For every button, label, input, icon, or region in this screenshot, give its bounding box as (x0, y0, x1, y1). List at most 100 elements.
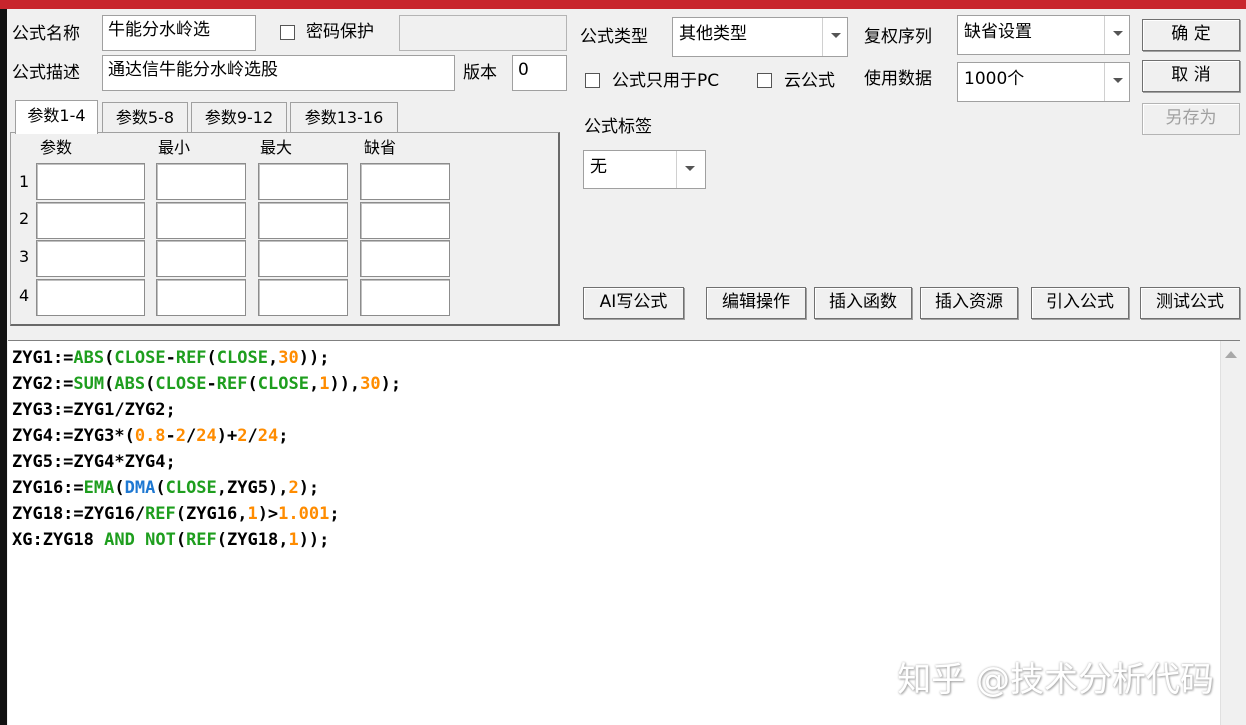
code-line[interactable]: XG:ZYG18 AND NOT(REF(ZYG18,1)); (12, 527, 401, 553)
param-4-min-input[interactable] (156, 279, 246, 316)
code-token: )); (298, 530, 330, 550)
chevron-down-icon[interactable] (676, 151, 705, 188)
formula-type-select[interactable]: 其他类型 (672, 17, 848, 57)
code-text[interactable]: ZYG1:=ABS(CLOSE-REF(CLOSE,30)); ZYG2:=SUM… (12, 345, 401, 553)
param-4-default-input[interactable] (360, 279, 450, 316)
param-4-name-input[interactable] (36, 279, 145, 316)
formula-desc-input[interactable]: 通达信牛能分水岭选股 (102, 55, 455, 91)
param-2-name-input[interactable] (36, 202, 145, 239)
use-data-select[interactable]: 1000个 (957, 62, 1130, 102)
param-2-max-input[interactable] (258, 202, 348, 239)
chevron-down-icon[interactable] (1104, 63, 1129, 101)
param-3-max-input[interactable] (258, 240, 348, 277)
code-line[interactable]: ZYG2:=SUM(ABS(CLOSE-REF(CLOSE,1)),30); (12, 371, 401, 397)
param-row-number: 2 (19, 209, 30, 228)
code-token: )), (329, 374, 361, 394)
chevron-down-icon[interactable] (822, 18, 847, 56)
ai-write-formula-button[interactable]: AI写公式 (583, 287, 684, 319)
code-token: / (247, 426, 258, 446)
test-formula-button[interactable]: 测试公式 (1140, 287, 1240, 319)
insert-function-button[interactable]: 插入函数 (814, 287, 912, 319)
param-4-max-input[interactable] (258, 279, 348, 316)
param-3-name-input[interactable] (36, 240, 145, 277)
code-token: 30 (278, 348, 299, 368)
param-header-max: 最大 (260, 138, 293, 157)
formula-type-label: 公式类型 (580, 27, 648, 47)
param-3-min-input[interactable] (156, 240, 246, 277)
restore-sequence-select[interactable]: 缺省设置 (957, 15, 1130, 55)
param-1-min-input[interactable] (156, 163, 246, 200)
formula-name-label: 公式名称 (12, 24, 80, 44)
code-token: 24 (196, 426, 217, 446)
background-chart-strip (0, 9, 7, 725)
param-1-max-input[interactable] (258, 163, 348, 200)
cancel-button[interactable]: 取 消 (1142, 60, 1240, 92)
code-token: 1 (288, 530, 299, 550)
scroll-up-arrow-icon[interactable] (1225, 351, 1237, 358)
code-line[interactable]: ZYG4:=ZYG3*(0.8-2/24)+2/24; (12, 423, 401, 449)
code-line[interactable]: ZYG16:=EMA(DMA(CLOSE,ZYG5),2); (12, 475, 401, 501)
code-token: )> (257, 504, 279, 524)
formula-tag-value: 无 (590, 157, 607, 177)
param-header-name: 参数 (40, 138, 73, 157)
password-protect-checkbox[interactable] (280, 25, 295, 40)
code-token: , (267, 348, 279, 368)
tab-params-5-8[interactable]: 参数5-8 (102, 102, 188, 132)
ok-button[interactable]: 确 定 (1142, 19, 1240, 51)
code-line[interactable]: ZYG5:=ZYG4*ZYG4; (12, 449, 401, 475)
edit-operations-button[interactable]: 编辑操作 (706, 287, 806, 319)
param-1-name-input[interactable] (36, 163, 145, 200)
code-line[interactable]: ZYG1:=ABS(CLOSE-REF(CLOSE,30)); (12, 345, 401, 371)
code-token: ZYG2:= (12, 374, 74, 394)
param-2-min-input[interactable] (156, 202, 246, 239)
restore-sequence-value: 缺省设置 (964, 22, 1032, 42)
cloud-formula-checkbox[interactable] (757, 73, 772, 88)
code-line[interactable]: ZYG18:=ZYG16/REF(ZYG16,1)>1.001; (12, 501, 401, 527)
code-token: NOT (145, 530, 176, 550)
insert-resource-button[interactable]: 插入资源 (920, 287, 1018, 319)
param-3-default-input[interactable] (360, 240, 450, 277)
code-token: ZYG4:=ZYG3*( (12, 426, 135, 446)
code-line[interactable]: ZYG3:=ZYG1/ZYG2; (12, 397, 401, 423)
code-token: - (206, 374, 217, 394)
tab-params-13-16[interactable]: 参数13-16 (290, 102, 398, 132)
code-token: REF (175, 348, 207, 368)
use-data-label: 使用数据 (864, 69, 932, 89)
code-token: ZYG16:= (12, 478, 84, 498)
pc-only-checkbox[interactable] (585, 73, 600, 88)
param-2-default-input[interactable] (360, 202, 450, 239)
formula-name-input[interactable]: 牛能分水岭选 (102, 15, 256, 51)
password-protect-label: 密码保护 (306, 22, 374, 42)
param-row-number: 1 (19, 172, 30, 191)
code-token: ( (104, 348, 115, 368)
chevron-down-icon[interactable] (1104, 16, 1129, 54)
code-token: 1 (319, 374, 330, 394)
formula-tag-label: 公式标签 (584, 117, 652, 137)
version-label: 版本 (463, 63, 497, 83)
use-data-value: 1000个 (964, 69, 1025, 89)
code-token: 2 (175, 426, 187, 446)
code-token: ; (329, 504, 340, 524)
window-title-bar (0, 0, 1246, 9)
code-token: ( (175, 530, 187, 550)
version-input[interactable]: 0 (512, 55, 567, 91)
editor-vertical-scrollbar[interactable] (1220, 341, 1240, 725)
code-token: CLOSE (155, 374, 207, 394)
code-token: 30 (360, 374, 381, 394)
formula-desc-label: 公式描述 (12, 63, 80, 83)
code-token: 24 (257, 426, 279, 446)
code-token: 1 (247, 504, 258, 524)
code-token: REF (186, 530, 217, 550)
code-token: )+ (216, 426, 238, 446)
code-token: AND (104, 530, 135, 550)
code-token: CLOSE (257, 374, 309, 394)
password-input[interactable] (399, 15, 567, 51)
tab-params-9-12[interactable]: 参数9-12 (191, 102, 287, 132)
tab-params-1-4[interactable]: 参数1-4 (15, 100, 98, 134)
code-token: / (186, 426, 197, 446)
save-as-button[interactable]: 另存为 (1142, 103, 1240, 135)
param-1-default-input[interactable] (360, 163, 450, 200)
code-token: CLOSE (216, 348, 268, 368)
import-formula-button[interactable]: 引入公式 (1031, 287, 1129, 319)
formula-tag-select[interactable]: 无 (583, 150, 706, 189)
